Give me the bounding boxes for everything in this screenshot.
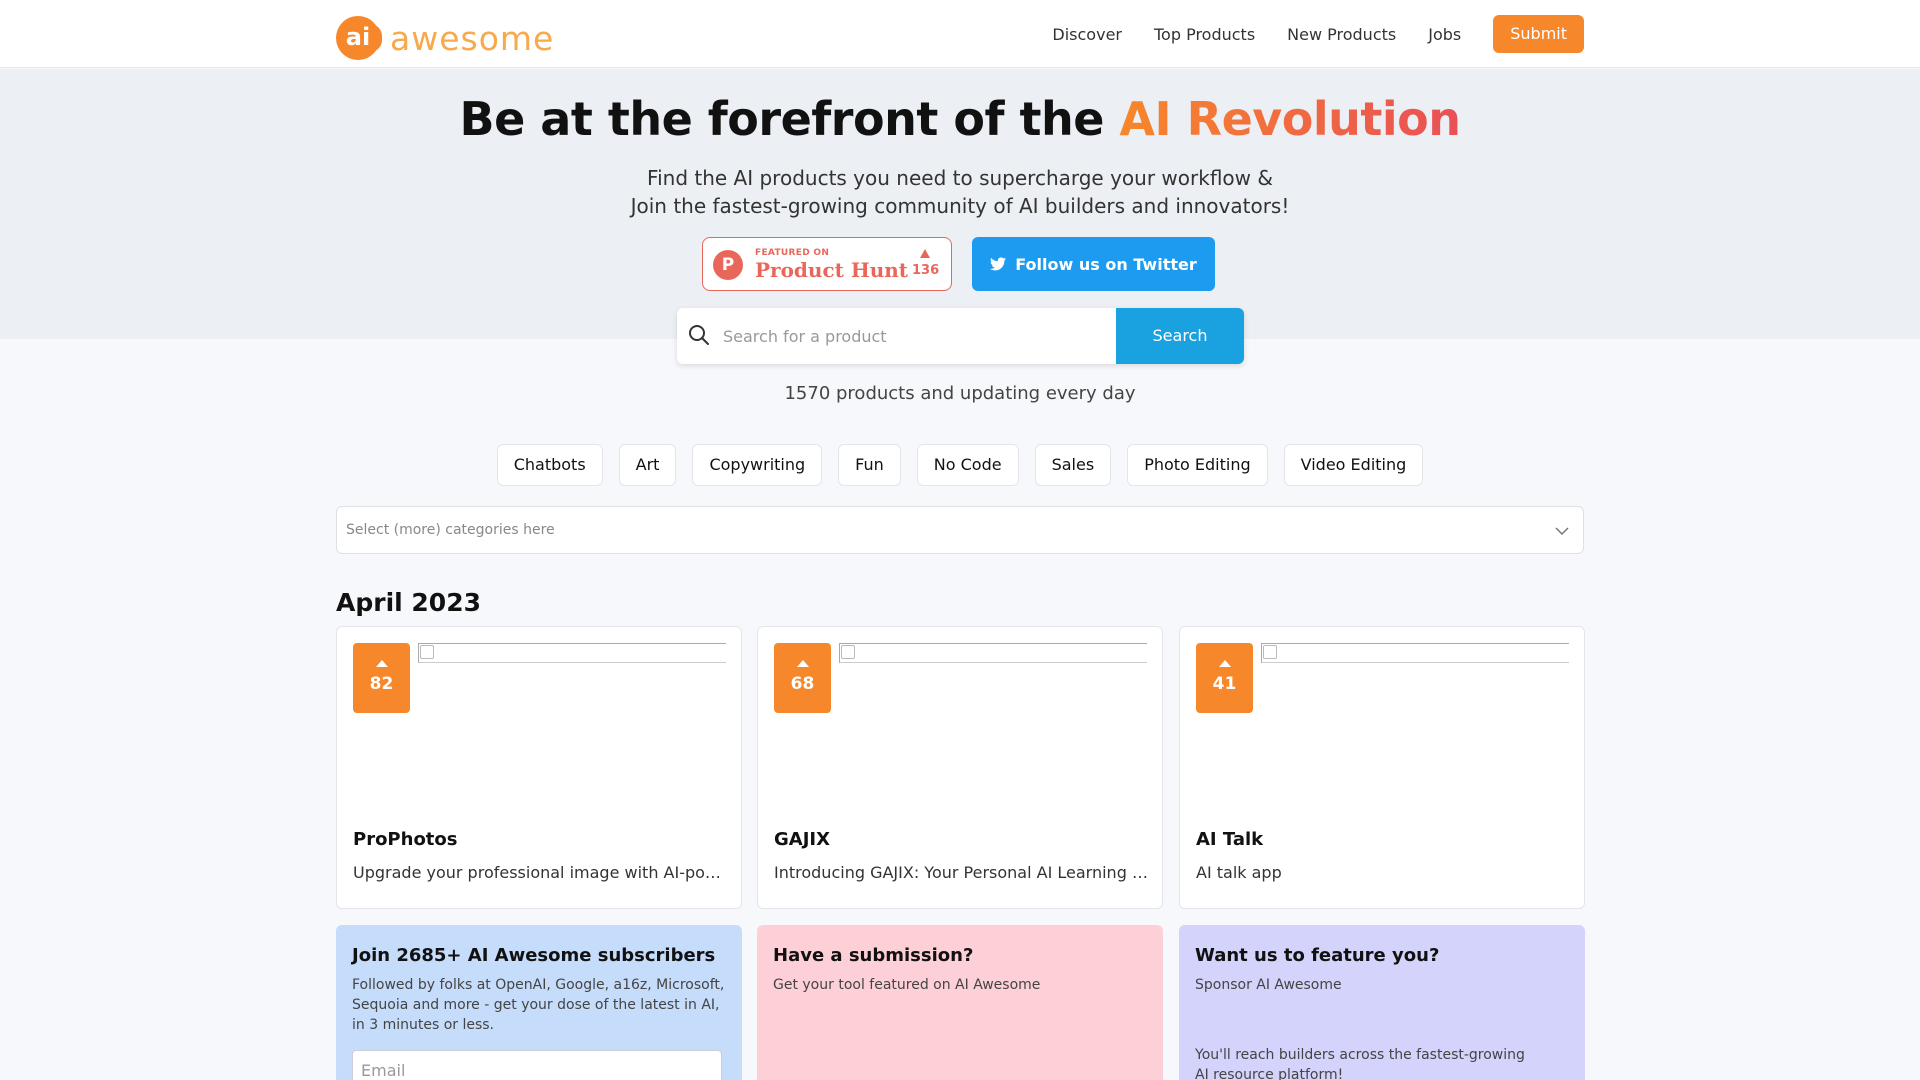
product-card[interactable]: 82 ProPhotos Upgrade your professional i… (336, 626, 742, 909)
product-card[interactable]: 41 AI Talk AI talk app (1179, 626, 1585, 909)
chip-sales[interactable]: Sales (1034, 444, 1112, 486)
chip-chatbots[interactable]: Chatbots (496, 444, 603, 486)
broken-image-icon (841, 645, 855, 659)
sponsor-card[interactable]: Want us to feature you? Sponsor AI Aweso… (1179, 925, 1585, 1080)
sponsor-title: Want us to feature you? (1195, 945, 1440, 966)
submission-text: Get your tool featured on AI Awesome (773, 977, 1041, 993)
broken-image-icon (1263, 645, 1277, 659)
broken-image-icon (420, 645, 434, 659)
hero-title-highlight: AI Revolution (1119, 92, 1461, 146)
category-select-placeholder: Select (more) categories here (346, 522, 555, 538)
nav-links: Discover Top Products New Products Jobs … (1020, 15, 1584, 53)
product-thumbnail (839, 643, 1147, 663)
search-bar: Search (677, 308, 1244, 364)
product-name[interactable]: ProPhotos (353, 829, 458, 850)
search-button[interactable]: Search (1116, 308, 1244, 364)
newsletter-card: Join 2685+ AI Awesome subscribers Follow… (336, 925, 742, 1080)
chip-fun[interactable]: Fun (838, 444, 901, 486)
product-hunt-count: 136 (912, 263, 940, 278)
upvote-button[interactable]: 82 (353, 643, 410, 713)
nav-jobs[interactable]: Jobs (1428, 25, 1461, 44)
product-thumbnail (1261, 643, 1569, 663)
logo-text: awesome (390, 18, 555, 58)
upvote-arrow-icon (375, 660, 388, 667)
sponsor-text: Sponsor AI Awesome (1195, 977, 1342, 993)
product-thumbnail (418, 643, 726, 663)
product-count-text: 1570 products and updating every day (784, 383, 1136, 404)
twitter-icon (990, 257, 1007, 271)
sponsor-footer: You'll reach builders across the fastest… (1195, 1047, 1525, 1080)
submit-button[interactable]: Submit (1493, 15, 1584, 53)
chevron-down-icon (1555, 527, 1569, 536)
chip-video-editing[interactable]: Video Editing (1283, 444, 1424, 486)
logo[interactable]: ai awesome (336, 16, 554, 60)
email-field[interactable] (352, 1050, 722, 1080)
product-hunt-badge[interactable]: P FEATURED ON Product Hunt 136 (702, 237, 952, 291)
month-heading: April 2023 (336, 588, 481, 617)
product-description: Introducing GAJIX: Your Personal AI Lear… (774, 863, 1150, 882)
nav-discover[interactable]: Discover (1052, 25, 1122, 44)
search-icon (689, 325, 709, 345)
newsletter-text: Followed by folks at OpenAI, Google, a16… (352, 977, 725, 1033)
nav-top-products[interactable]: Top Products (1154, 25, 1255, 44)
newsletter-title: Join 2685+ AI Awesome subscribers (352, 945, 716, 966)
hero-title: Be at the forefront of the AI Revolution (0, 92, 1920, 146)
chip-no-code[interactable]: No Code (916, 444, 1019, 486)
hero-title-prefix: Be at the forefront of the (459, 92, 1120, 146)
top-nav: ai awesome Discover Top Products New Pro… (0, 0, 1920, 68)
follow-twitter-label: Follow us on Twitter (1015, 254, 1197, 274)
chip-copywriting[interactable]: Copywriting (692, 444, 823, 486)
upvote-button[interactable]: 41 (1196, 643, 1253, 713)
product-hunt-icon: P (713, 250, 743, 280)
vote-count: 41 (1212, 674, 1237, 694)
product-card[interactable]: 68 GAJIX Introducing GAJIX: Your Persona… (757, 626, 1163, 909)
chip-photo-editing[interactable]: Photo Editing (1127, 444, 1268, 486)
chip-art[interactable]: Art (618, 444, 677, 486)
upvote-button[interactable]: 68 (774, 643, 831, 713)
nav-new-products[interactable]: New Products (1287, 25, 1396, 44)
product-description: Upgrade your professional image with AI-… (353, 863, 729, 882)
vote-count: 82 (369, 674, 394, 694)
follow-twitter-button[interactable]: Follow us on Twitter (972, 237, 1215, 291)
upvote-arrow-icon (796, 660, 809, 667)
hero-subtitle-line2: Join the fastest-growing community of AI… (630, 194, 1290, 218)
hero-subtitle-line1: Find the AI products you need to superch… (647, 166, 1273, 190)
product-name[interactable]: AI Talk (1196, 829, 1263, 850)
category-select[interactable]: Select (more) categories here (336, 506, 1584, 554)
upvote-arrow-icon (920, 249, 930, 258)
submission-card[interactable]: Have a submission? Get your tool feature… (757, 925, 1163, 1080)
logo-arc (370, 24, 382, 52)
product-name[interactable]: GAJIX (774, 829, 830, 850)
vote-count: 68 (790, 674, 815, 694)
upvote-arrow-icon (1218, 660, 1231, 667)
product-hunt-name: Product Hunt (755, 258, 909, 282)
product-description: AI talk app (1196, 863, 1282, 882)
category-chips: Chatbots Art Copywriting Fun No Code Sal… (0, 444, 1920, 486)
submission-title: Have a submission? (773, 945, 974, 966)
search-input[interactable] (723, 308, 1123, 364)
product-hunt-featured-label: FEATURED ON (755, 248, 830, 258)
logo-mark: ai (336, 16, 382, 60)
